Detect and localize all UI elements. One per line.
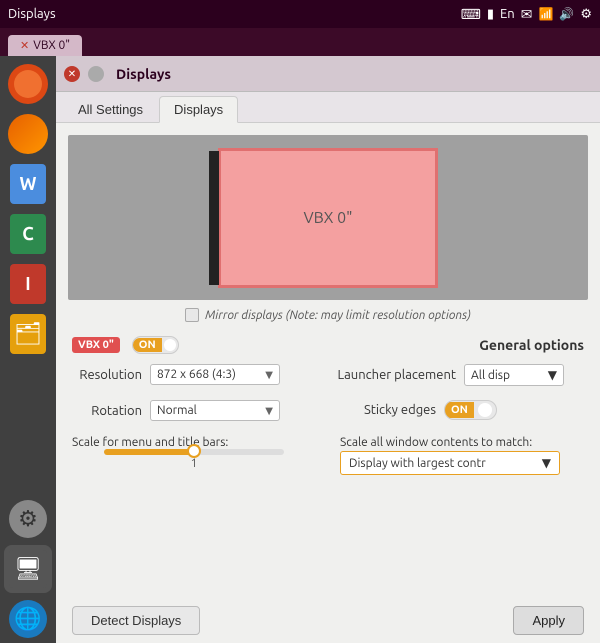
firefox-icon [8,114,48,154]
slider-thumb[interactable] [187,444,201,458]
controls-row-1: Resolution 872 x 668 (4:3) ▼ Launcher pl… [72,364,584,392]
launcher-value: All disp [471,369,510,382]
resolution-label: Resolution [72,368,142,382]
toggle-knob [164,339,176,351]
monitor-label: VBX 0" [303,209,352,227]
launcher-row: Launcher placement All disp ▼ [336,364,584,386]
sidebar-item-calc[interactable]: C [4,210,52,258]
resolution-select[interactable]: 872 x 668 (4:3) ▼ [150,364,280,385]
files-icon: 🗂 [10,314,46,354]
sidebar-item-settings[interactable]: ⚙ [4,495,52,543]
content-area: ✕ Displays All Settings Displays VBX 0" … [56,56,600,643]
settings-icon: ⚙ [9,500,47,538]
calc-icon: C [10,214,46,254]
network-icon[interactable]: 📶 [538,7,553,21]
monitor-icon: 🖥 [9,550,47,588]
window-tabbar: ✕ VBX 0" [0,28,600,56]
scale-menu-group: Scale for menu and title bars: 1 [72,435,316,470]
window-tab-label: VBX 0" [33,39,70,52]
sticky-toggle-knob [478,403,492,417]
rotation-row: Rotation Normal ▼ [72,400,320,421]
rotation-label: Rotation [72,404,142,418]
mirror-row: Mirror displays (Note: may limit resolut… [56,308,600,322]
slider-container: 1 [72,449,316,470]
display-badge: VBX 0" [72,337,120,353]
taskbar-left: Displays [8,7,56,21]
detect-displays-button[interactable]: Detect Displays [72,606,200,635]
rotation-value: Normal [157,404,197,417]
sidebar-item-writer[interactable]: W [4,160,52,208]
scale-window-select[interactable]: Display with largest contr ▼ [340,451,560,475]
power-icon[interactable]: ⚙ [580,7,592,22]
launcher-label: Launcher placement [336,368,456,382]
tab-displays[interactable]: Displays [159,96,238,123]
display-preview-area: VBX 0" [68,135,588,300]
scale-window-group: Scale all window contents to match: Disp… [340,435,584,475]
sticky-edges-group: Sticky edges ON [336,400,584,426]
resolution-group: Resolution 872 x 668 (4:3) ▼ [72,364,320,391]
controls: VBX 0" ON General options Resolution 872… [56,330,600,481]
taskbar-right: ⌨ ▮ En ✉ 📶 🔊 ⚙ [461,6,592,23]
sidebar-item-impress[interactable]: I [4,260,52,308]
titlebar: ✕ Displays [56,56,600,92]
titlebar-title: Displays [116,66,171,82]
tab-close-icon[interactable]: ✕ [20,39,29,52]
sidebar-item-files[interactable]: 🗂 [4,310,52,358]
launcher-arrow-icon: ▼ [548,368,557,382]
window-close-button[interactable]: ✕ [64,66,80,82]
resolution-value: 872 x 668 (4:3) [157,368,236,381]
sidebar-item-globe[interactable]: 🌐 [4,595,52,643]
sidebar: W C I 🗂 ⚙ 🖥 🌐 [0,56,56,643]
settings-tabs: All Settings Displays [56,92,600,123]
controls-row-2: Rotation Normal ▼ Sticky edges ON [72,400,584,427]
globe-icon: 🌐 [9,600,47,638]
sidebar-item-ubuntu[interactable] [4,60,52,108]
lang-icon[interactable]: En [500,7,515,21]
taskbar: Displays ⌨ ▮ En ✉ 📶 🔊 ⚙ [0,0,600,28]
window-minimize-button[interactable] [88,66,104,82]
sidebar-item-monitor[interactable]: 🖥 [4,545,52,593]
slider-track[interactable] [104,449,284,455]
main-window: W C I 🗂 ⚙ 🖥 🌐 ✕ Displays All Setti [0,56,600,643]
ubuntu-icon [8,64,48,104]
mirror-label: Mirror displays (Note: may limit resolut… [205,309,471,322]
launcher-group: Launcher placement All disp ▼ [336,364,584,392]
sticky-edges-label: Sticky edges [336,403,436,417]
resolution-row: Resolution 872 x 668 (4:3) ▼ [72,364,320,385]
scale-window-label: Scale all window contents to match: [340,436,532,449]
battery-icon: ▮ [487,7,494,22]
rotation-select[interactable]: Normal ▼ [150,400,280,421]
scale-window-arrow-icon: ▼ [542,456,551,470]
impress-icon: I [10,264,46,304]
window-tab[interactable]: ✕ VBX 0" [8,35,82,56]
sidebar-item-firefox[interactable] [4,110,52,158]
tab-all-settings[interactable]: All Settings [64,96,157,122]
launcher-select[interactable]: All disp ▼ [464,364,564,386]
mirror-checkbox[interactable] [185,308,199,322]
slider-value: 1 [191,457,198,470]
sticky-edges-toggle[interactable]: ON [444,400,497,420]
bottom-bar: Detect Displays Apply [56,596,600,643]
writer-icon: W [10,164,46,204]
volume-icon[interactable]: 🔊 [559,7,574,21]
sticky-edges-row: Sticky edges ON [336,400,584,420]
monitor-preview[interactable]: VBX 0" [218,148,438,288]
scale-menu-label: Scale for menu and title bars: [72,436,228,449]
slider-fill [104,449,194,455]
scale-window-value: Display with largest contr [349,457,486,470]
display-toggle[interactable]: ON [132,336,179,354]
resolution-arrow-icon: ▼ [265,369,273,381]
taskbar-title: Displays [8,7,56,21]
apply-button[interactable]: Apply [513,606,584,635]
controls-row-3: Scale for menu and title bars: 1 Scale a… [72,435,584,475]
keyboard-icon[interactable]: ⌨ [461,6,481,23]
rotation-arrow-icon: ▼ [265,405,273,417]
general-options-title: General options [479,337,584,353]
mail-icon[interactable]: ✉ [521,6,533,23]
rotation-group: Rotation Normal ▼ [72,400,320,427]
